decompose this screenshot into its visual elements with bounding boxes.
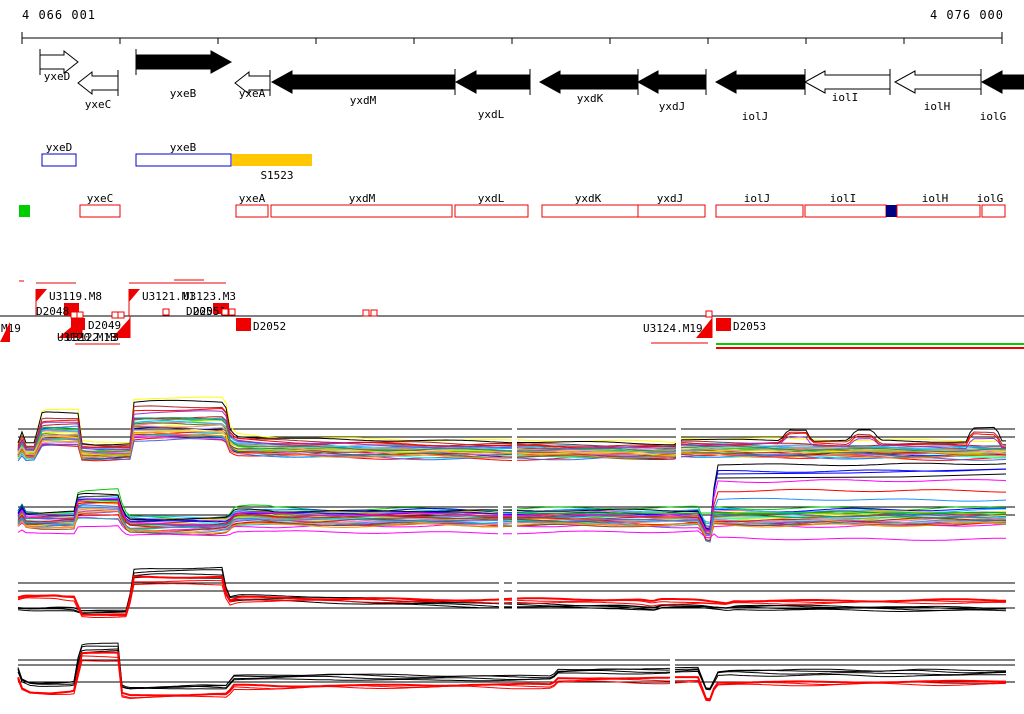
orf-row-label-yxdK: yxdK [575,192,602,205]
orf-row-label-yxdM: yxdM [349,192,376,205]
panel-gap [512,556,517,630]
gene-arrow-yxdL[interactable] [454,70,531,94]
gene-label-iolH: iolH [924,100,951,113]
orf-row-box-yxdJ[interactable] [637,204,706,218]
probe-position-marker[interactable] [221,308,229,316]
gene-arrow-yxdK[interactable] [538,70,639,94]
probe-label-D2048: D2048 [36,305,69,318]
orf-row-box-iolJ[interactable] [715,204,804,218]
probe-label-U3122.M3: U3122.M3 [66,331,119,344]
probe-label-U3124.M19: U3124.M19 [643,322,703,335]
gene-label-iolI: iolI [832,91,859,104]
panel-gap [499,556,504,630]
probe-flag-U3119.M8[interactable] [36,289,47,302]
gene-arrow-iolH[interactable] [893,70,982,94]
probe-position-marker[interactable] [76,311,84,319]
gene-label-yxeC: yxeC [85,98,112,111]
probe-box-D2053[interactable] [716,318,731,331]
frame-row-box-yxeB[interactable] [135,153,232,167]
gene-arrow-iolI[interactable] [803,70,891,94]
ruler-end-coordinate: 4 076 000 [929,8,1004,22]
orf-row-label-yxeA: yxeA [239,192,266,205]
gene-arrow-iolG[interactable] [980,70,1024,94]
orf-row-label-iolH: iolH [922,192,949,205]
orf-row-label-yxdL: yxdL [478,192,505,205]
gene-label-yxdK: yxdK [577,92,604,105]
ruler-start-coordinate: 4 066 001 [22,8,97,22]
orf-row-label-yxeC: yxeC [87,192,114,205]
orf-row-box-marker-9[interactable] [886,205,897,217]
panel-gap [676,394,681,482]
orf-row-box-iolI[interactable] [804,204,887,218]
orf-row-box-yxeC[interactable] [79,204,121,218]
gene-label-iolG: iolG [980,110,1007,123]
probe-position-marker[interactable] [362,309,370,317]
frame-row-label-yxeD: yxeD [46,141,73,154]
panel-3 [17,556,1015,630]
probe-label-D2053: D2053 [733,320,766,333]
orf-row-box-yxdL[interactable] [454,204,529,218]
gene-label-yxdM: yxdM [350,94,377,107]
orf-row-box-yxdM[interactable] [270,204,453,218]
probe-box-D2049[interactable] [71,318,85,330]
frame-row-box-yxeD[interactable] [41,153,77,167]
probe-label-U3123.M3: U3123.M3 [183,290,236,303]
probe-label-U3119.M8: U3119.M8 [49,290,102,303]
genome-browser-view: 4 066 001 4 076 000 yxeD yxeC yxeB yxeA yxdM… [0,0,1024,714]
probe-position-marker[interactable] [228,308,236,316]
gene-arrow-yxeC[interactable] [77,70,119,96]
gene-label-iolJ: iolJ [742,110,769,123]
orf-row-label-iolJ: iolJ [744,192,771,205]
panel-gap [670,632,675,712]
gene-label-yxeD: yxeD [44,70,71,83]
gene-label-yxeB: yxeB [170,87,197,100]
panel-gap [498,466,503,556]
gene-label-yxeA: yxeA [239,87,266,100]
expression-curve [17,655,1007,702]
probe-position-marker[interactable] [370,309,378,317]
gene-arrow-iolJ[interactable] [714,70,806,94]
gene-arrow-yxeB[interactable] [135,50,233,74]
gene-arrow-yxdJ[interactable] [636,70,707,94]
genome-browser-canvas: yxeD yxeC yxeB yxeA yxdM yxdL yxdK yxdJ iolJ iolI… [0,32,1024,712]
probe-position-marker[interactable] [117,311,125,319]
probe-position-marker[interactable] [70,311,78,319]
expression-curve [715,473,1007,479]
orf-row-box-yxdK[interactable] [541,204,639,218]
panel-gap [512,466,517,556]
probe-label-M19: M19 [1,322,21,335]
frame-row-label-yxeB: yxeB [170,141,197,154]
orf-row-box-iolH[interactable] [896,204,981,218]
orf-row-label-iolI: iolI [830,192,857,205]
frame-row-box-S1523[interactable] [232,154,312,166]
gene-arrow-yxdM[interactable] [270,70,456,94]
probe-position-marker[interactable] [162,308,170,316]
orf-row-box-iolG[interactable] [981,204,1006,218]
probe-label-D2052: D2052 [253,320,286,333]
frame-row-label-S1523: S1523 [260,169,293,182]
probe-label-D2049: D2049 [88,319,121,332]
probe-flag-U3121.M1[interactable] [129,289,140,302]
probe-position-marker[interactable] [705,310,713,318]
probe-label-D2051: D2051 [193,305,226,318]
gene-label-yxdL: yxdL [478,108,505,121]
orf-row-label-iolG: iolG [977,192,1004,205]
orf-row-box-yxeA[interactable] [235,204,269,218]
probe-position-marker[interactable] [111,311,119,319]
panel-4 [17,632,1015,712]
orf-row-label-yxdJ: yxdJ [657,192,684,205]
probe-box-D2052[interactable] [236,318,251,331]
orf-row-box-marker-0[interactable] [19,205,30,217]
gene-label-yxdJ: yxdJ [659,100,686,113]
